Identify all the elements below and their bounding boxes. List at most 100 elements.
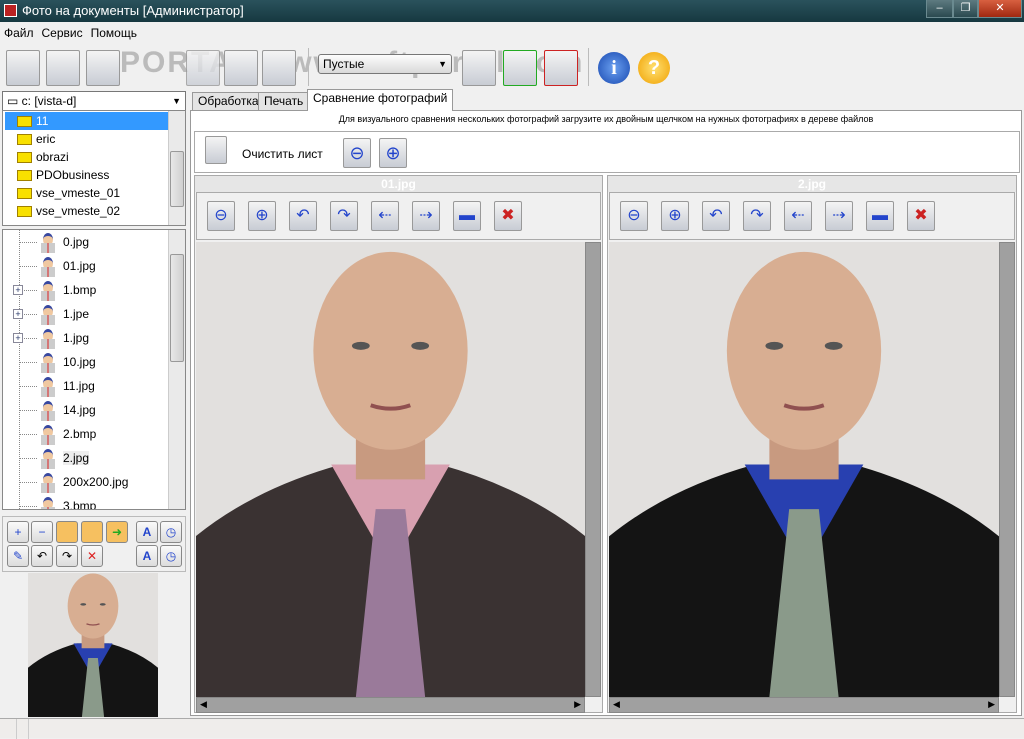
file-label: 1.bmp xyxy=(63,283,97,297)
sort-date-desc-icon[interactable]: ◷ xyxy=(160,545,182,567)
delete-photo-icon[interactable] xyxy=(46,50,80,86)
delete-icon[interactable]: ✕ xyxy=(81,545,103,567)
folder-item[interactable]: vse_vmeste_02 xyxy=(17,202,120,220)
file-item[interactable]: 200x200.jpg xyxy=(39,470,128,494)
folder-item[interactable]: vse_vmeste_01 xyxy=(17,184,120,202)
rename-icon[interactable]: ✎ xyxy=(7,545,29,567)
help-icon[interactable]: ? xyxy=(638,52,670,84)
zoom-out-icon[interactable]: ⊖ xyxy=(207,201,235,231)
horizontal-scrollbar[interactable]: ◀ ▶ xyxy=(196,697,585,713)
camera-icon[interactable] xyxy=(6,50,40,86)
scroll-left-icon[interactable]: ◀ xyxy=(200,699,207,710)
folder-calendar-icon[interactable] xyxy=(81,521,103,543)
list-import-icon[interactable] xyxy=(462,50,496,86)
photo-file-icon xyxy=(39,352,57,374)
file-item[interactable]: 1.jpg xyxy=(39,326,89,350)
tab-print[interactable]: Печать xyxy=(258,92,310,110)
compare-toolbar: Очистить лист ⊖ ⊕ xyxy=(194,131,1020,173)
remove-photo-icon[interactable]: ▬ xyxy=(453,201,481,231)
folder-item[interactable]: 11 xyxy=(17,112,48,130)
close-button[interactable]: ✕ xyxy=(978,0,1022,18)
file-item[interactable]: 0.jpg xyxy=(39,230,89,254)
remove-photo-icon[interactable]: ▬ xyxy=(866,201,894,231)
expand-icon[interactable]: + xyxy=(13,309,23,319)
zoom-in-all-icon[interactable]: ⊕ xyxy=(379,138,407,168)
expand-icon[interactable]: + xyxy=(13,285,23,295)
rotate-left-icon[interactable]: ↶ xyxy=(289,201,317,231)
tab-processing[interactable]: Обработка xyxy=(192,92,265,110)
move-right-icon[interactable]: ⇢ xyxy=(825,201,853,231)
scroll-right-icon[interactable]: ▶ xyxy=(988,699,995,710)
sort-name-asc-icon[interactable]: A xyxy=(136,521,158,543)
horizontal-scrollbar[interactable]: ◀ ▶ xyxy=(609,697,999,713)
remove-icon[interactable]: − xyxy=(31,521,53,543)
vertical-scrollbar[interactable] xyxy=(585,242,601,697)
file-item[interactable]: 3.bmp xyxy=(39,494,96,509)
move-right-icon[interactable]: ⇢ xyxy=(412,201,440,231)
expand-icon[interactable]: + xyxy=(13,333,23,343)
file-item[interactable]: 01.jpg xyxy=(39,254,96,278)
file-scrollbar[interactable] xyxy=(168,230,185,509)
scroll-thumb[interactable] xyxy=(170,151,184,207)
tree-line xyxy=(19,242,37,243)
compare-panel: Для визуального сравнения нескольких фот… xyxy=(190,110,1022,716)
clear-sheet-button[interactable] xyxy=(205,136,231,166)
move-left-icon[interactable]: ⇠ xyxy=(371,201,399,231)
add-icon[interactable]: + xyxy=(7,521,29,543)
folder-scrollbar[interactable] xyxy=(168,111,185,225)
file-item[interactable]: 1.bmp xyxy=(39,278,96,302)
list-delete-icon[interactable] xyxy=(544,50,578,86)
rotate-right-icon[interactable]: ↷ xyxy=(56,545,78,567)
folder-up-icon[interactable] xyxy=(56,521,78,543)
filter-select[interactable]: Пустые ▼ xyxy=(318,54,452,74)
clear-sheet-label[interactable]: Очистить лист xyxy=(242,147,323,161)
folder-label: vse_vmeste_01 xyxy=(36,186,121,200)
zoom-in-icon[interactable]: ⊕ xyxy=(248,201,276,231)
delete-photo-icon[interactable]: ✖ xyxy=(494,201,522,231)
file-item[interactable]: 10.jpg xyxy=(39,350,96,374)
zoom-in-icon[interactable]: ⊕ xyxy=(661,201,689,231)
file-item[interactable]: 2.bmp xyxy=(39,422,96,446)
folder-icon xyxy=(17,206,32,218)
file-item[interactable]: 11.jpg xyxy=(39,374,95,398)
vertical-scrollbar[interactable] xyxy=(999,242,1015,697)
tree-line xyxy=(19,434,37,435)
status-bar xyxy=(0,718,1024,739)
info-icon[interactable]: i xyxy=(598,52,630,84)
file-label: 0.jpg xyxy=(63,235,90,249)
drive-select[interactable]: ▭ c: [vista-d] ▼ xyxy=(2,91,186,111)
schedule-icon[interactable] xyxy=(262,50,296,86)
scroll-thumb[interactable] xyxy=(170,254,184,362)
scroll-left-icon[interactable]: ◀ xyxy=(613,699,620,710)
folder-item[interactable]: eric xyxy=(17,130,55,148)
folder-item[interactable]: PDObusiness xyxy=(17,166,109,184)
user-list-icon[interactable] xyxy=(224,50,258,86)
file-item[interactable]: 2.jpg xyxy=(39,446,90,470)
file-item[interactable]: 14.jpg xyxy=(39,398,96,422)
list-add-icon[interactable] xyxy=(503,50,537,86)
rotate-right-icon[interactable]: ↷ xyxy=(330,201,358,231)
file-item[interactable]: 1.jpe xyxy=(39,302,89,326)
folder-item[interactable]: obrazi xyxy=(17,148,69,166)
move-left-icon[interactable]: ⇠ xyxy=(784,201,812,231)
menu-service[interactable]: Сервис xyxy=(38,24,87,42)
zoom-out-icon[interactable]: ⊖ xyxy=(620,201,648,231)
sort-date-asc-icon[interactable]: ◷ xyxy=(160,521,182,543)
file-label: 14.jpg xyxy=(63,403,96,417)
settings-icon[interactable] xyxy=(186,50,220,86)
minimize-button[interactable]: – xyxy=(926,0,953,18)
maximize-button[interactable]: ❐ xyxy=(953,0,978,18)
rotate-left-icon[interactable]: ↶ xyxy=(702,201,730,231)
search-photo-icon[interactable] xyxy=(86,50,120,86)
delete-photo-icon[interactable]: ✖ xyxy=(907,201,935,231)
menu-help[interactable]: Помощь xyxy=(87,24,141,42)
rotate-right-icon[interactable]: ↷ xyxy=(743,201,771,231)
rotate-left-icon[interactable]: ↶ xyxy=(31,545,53,567)
menu-file[interactable]: Файл xyxy=(0,24,38,42)
scroll-right-icon[interactable]: ▶ xyxy=(574,699,581,710)
app-icon xyxy=(4,4,17,17)
tab-compare[interactable]: Сравнение фотографий xyxy=(307,89,454,111)
open-folder-icon[interactable]: ➜ xyxy=(106,521,128,543)
zoom-out-all-icon[interactable]: ⊖ xyxy=(343,138,371,168)
sort-name-desc-icon[interactable]: A xyxy=(136,545,158,567)
